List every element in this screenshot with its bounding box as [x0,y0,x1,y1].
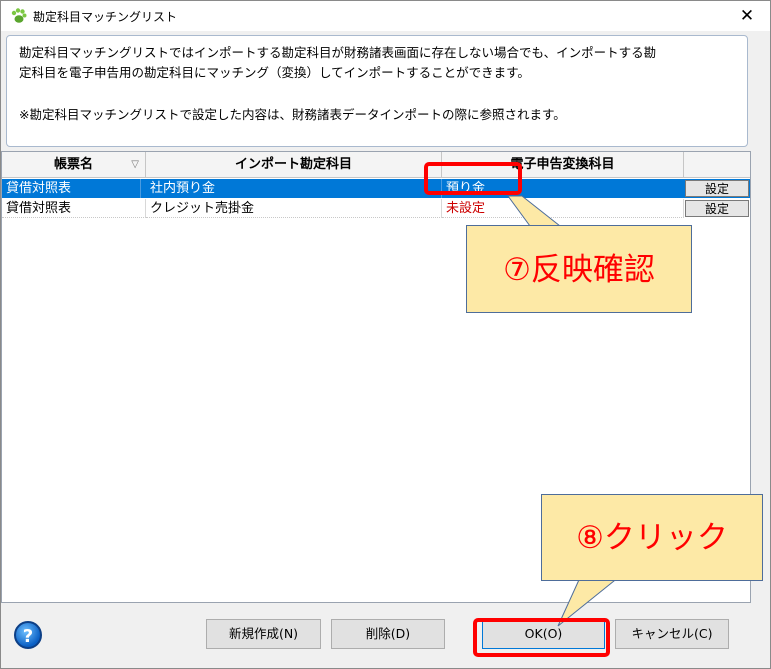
callout-confirm-reflection: ⑦反映確認 [466,225,692,313]
callout-pointer-1 [507,195,562,227]
highlight-ok-button [473,618,610,657]
callout-click-instruction: ⑧クリック [541,494,763,581]
highlight-converted-value [424,162,522,195]
